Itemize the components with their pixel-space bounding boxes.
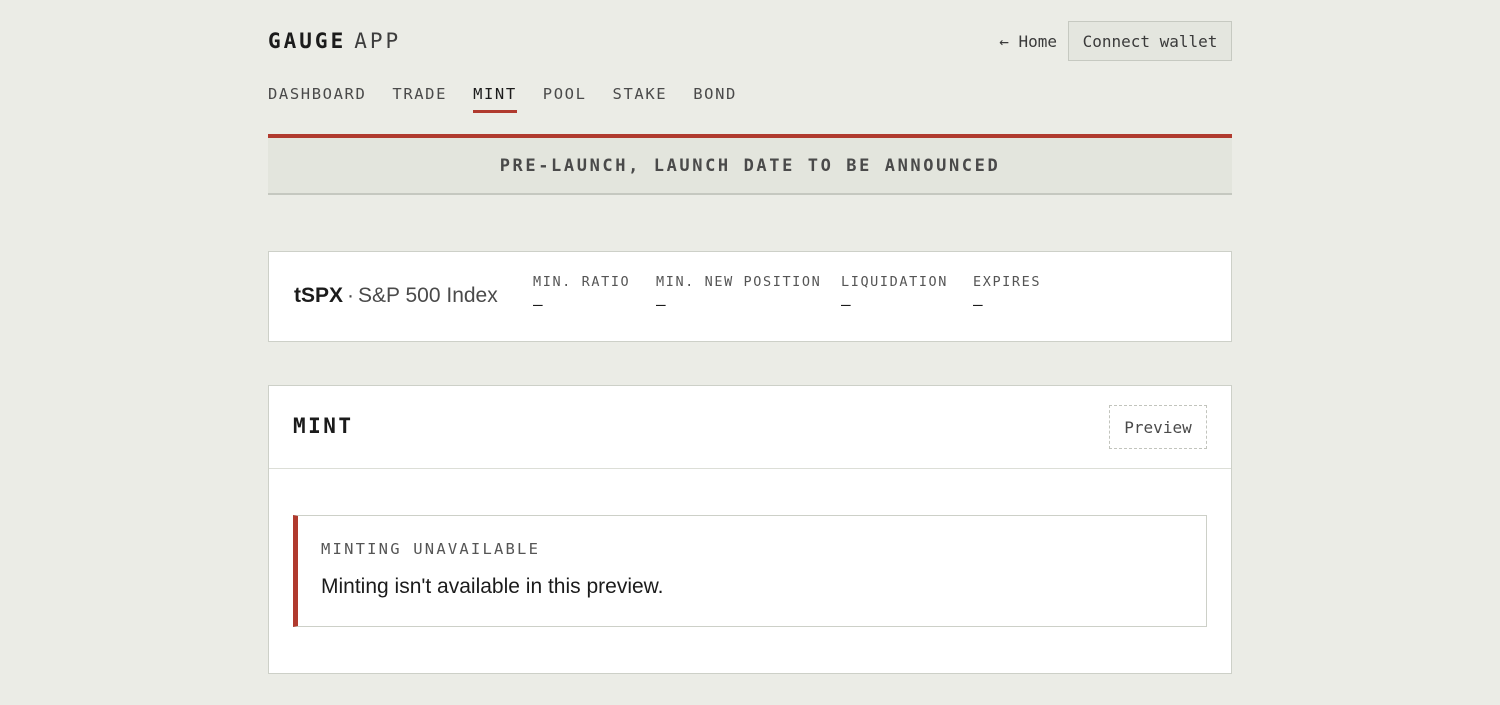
tab-mint[interactable]: MINT	[473, 85, 517, 113]
connect-wallet-button[interactable]: Connect wallet	[1068, 21, 1232, 61]
brand-primary: GAUGE	[268, 29, 347, 53]
stat-min-new-position: MIN. NEW POSITION —	[656, 274, 821, 314]
prelaunch-banner: PRE-LAUNCH, LAUNCH DATE TO BE ANNOUNCED	[268, 134, 1232, 195]
stat-value: —	[656, 295, 666, 314]
stat-value: —	[533, 295, 543, 314]
preview-badge: Preview	[1109, 405, 1207, 449]
mint-panel: MINT Preview MINTING UNAVAILABLE Minting…	[268, 385, 1232, 674]
asset-title: tSPX · S&P 500 Index	[294, 284, 498, 308]
main-nav: DASHBOARD TRADE MINT POOL STAKE BOND	[268, 85, 763, 113]
stat-expires: EXPIRES —	[973, 274, 1041, 314]
notice-text: Minting isn't available in this preview.	[321, 575, 664, 598]
stat-value: —	[841, 295, 851, 314]
tab-stake[interactable]: STAKE	[613, 85, 668, 113]
tab-pool[interactable]: POOL	[543, 85, 587, 113]
stat-label: EXPIRES	[973, 274, 1042, 290]
asset-card: tSPX · S&P 500 Index MIN. RATIO — MIN. NEW…	[268, 251, 1232, 342]
header: GAUGE APP ← Home Connect wallet	[268, 0, 1232, 84]
stat-liquidation: LIQUIDATION —	[841, 274, 948, 314]
asset-name: S&P 500 Index	[358, 284, 498, 307]
stat-label: MIN. NEW POSITION	[656, 274, 822, 290]
brand-secondary: APP	[354, 29, 402, 53]
header-actions: ← Home Connect wallet	[999, 21, 1232, 61]
tab-bond[interactable]: BOND	[693, 85, 737, 113]
minting-unavailable-notice: MINTING UNAVAILABLE Minting isn't availa…	[293, 515, 1207, 627]
mint-title: MINT	[293, 414, 354, 438]
tab-trade[interactable]: TRADE	[392, 85, 447, 113]
asset-separator: ·	[347, 284, 355, 307]
asset-symbol: tSPX	[294, 284, 344, 307]
notice-label: MINTING UNAVAILABLE	[321, 540, 541, 558]
stat-value: —	[973, 295, 983, 314]
tab-dashboard[interactable]: DASHBOARD	[268, 85, 366, 113]
home-link[interactable]: ← Home	[999, 32, 1057, 51]
stat-label: LIQUIDATION	[841, 274, 949, 290]
stat-min-ratio: MIN. RATIO —	[533, 274, 630, 314]
stat-label: MIN. RATIO	[533, 274, 631, 290]
brand-logo[interactable]: GAUGE APP	[268, 29, 401, 53]
mint-panel-header: MINT Preview	[269, 386, 1231, 469]
banner-text: PRE-LAUNCH, LAUNCH DATE TO BE ANNOUNCED	[499, 155, 1001, 176]
app-container: GAUGE APP ← Home Connect wallet DASHBOARD…	[268, 0, 1232, 674]
